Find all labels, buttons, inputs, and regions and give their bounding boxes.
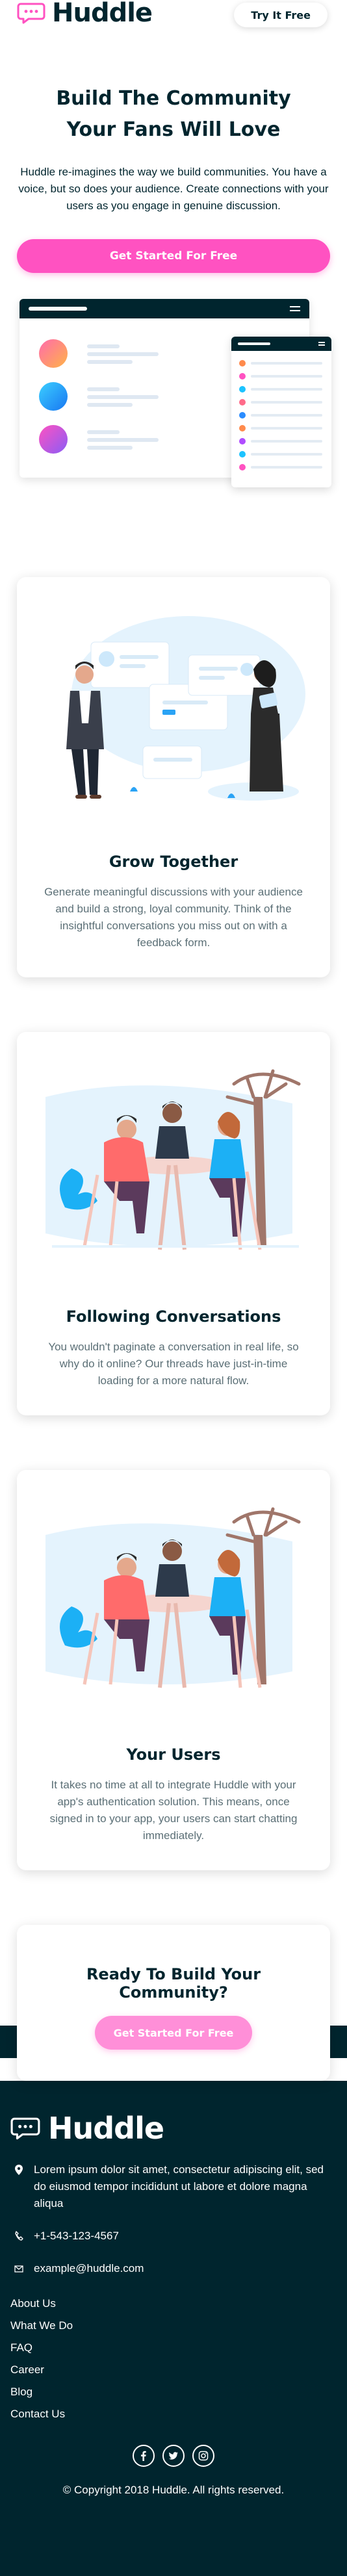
chat-bubble-icon bbox=[17, 3, 45, 24]
following-conversations-illustration bbox=[45, 1069, 301, 1250]
footer-address: Lorem ipsum dolor sit amet, consectetur … bbox=[10, 2161, 337, 2212]
get-started-button[interactable]: Get Started For Free bbox=[95, 2016, 252, 2050]
feature-description: You wouldn't paginate a conversation in … bbox=[48, 1341, 299, 1387]
footer-phone-text: +1-543-123-4567 bbox=[34, 2230, 119, 2242]
footer-email-text[interactable]: example@huddle.com bbox=[34, 2260, 144, 2277]
hero-section: Build The Community Your Fans Will Love … bbox=[0, 34, 347, 273]
footer-brand-name: Huddle bbox=[48, 2111, 164, 2146]
grow-together-illustration bbox=[66, 616, 305, 801]
footer-link-what-we-do[interactable]: What We Do bbox=[10, 2319, 73, 2332]
mockup-titlebar bbox=[19, 299, 309, 318]
hero-description: Huddle re-imagines the way we build comm… bbox=[18, 166, 329, 212]
site-footer: Huddle Lorem ipsum dolor sit amet, conse… bbox=[0, 2081, 347, 2576]
footer-logo[interactable]: Huddle bbox=[10, 2113, 337, 2143]
cta-card: Ready To Build Your Community? Get Start… bbox=[17, 1925, 330, 2081]
phone-icon bbox=[14, 2228, 23, 2245]
facebook-icon[interactable] bbox=[133, 2445, 155, 2467]
feature-title: Following Conversations bbox=[66, 1307, 281, 1326]
footer-contact: Lorem ipsum dolor sit amet, consectetur … bbox=[10, 2161, 337, 2277]
cta-title: Ready To Build Your Community? bbox=[86, 1965, 261, 2002]
feature-card-your-users: Your Users It takes no time at all to in… bbox=[17, 1470, 330, 1870]
instagram-icon[interactable] bbox=[192, 2445, 214, 2467]
footer-link-contact-us[interactable]: Contact Us bbox=[10, 2408, 65, 2420]
footer-phone: +1-543-123-4567 bbox=[10, 2228, 337, 2245]
avatar bbox=[39, 425, 68, 454]
your-users-illustration bbox=[45, 1507, 301, 1688]
mail-icon bbox=[14, 2260, 23, 2277]
avatar bbox=[39, 339, 68, 368]
feature-card-grow-together: Grow Together Generate meaningful discus… bbox=[17, 577, 330, 977]
cta-section: Ready To Build Your Community? Get Start… bbox=[0, 1925, 347, 2081]
footer-link-about-us[interactable]: About Us bbox=[10, 2297, 56, 2310]
get-started-button[interactable]: Get Started For Free bbox=[17, 239, 330, 273]
footer-email: example@huddle.com bbox=[10, 2260, 337, 2277]
social-links bbox=[10, 2445, 337, 2467]
chat-bubble-icon bbox=[10, 2117, 40, 2140]
footer-address-text: Lorem ipsum dolor sit amet, consectetur … bbox=[34, 2163, 324, 2209]
app-mockup-illustration bbox=[19, 299, 331, 487]
avatar bbox=[39, 382, 68, 411]
mockup-mobile-window bbox=[231, 337, 331, 487]
feature-description: Generate meaningful discussions with you… bbox=[44, 886, 303, 949]
try-it-free-button[interactable]: Try It Free bbox=[234, 3, 328, 27]
menu-icon bbox=[290, 306, 300, 311]
copyright-text: © Copyright 2018 Huddle. All rights rese… bbox=[62, 2484, 285, 2496]
twitter-icon[interactable] bbox=[162, 2445, 185, 2467]
footer-link-faq[interactable]: FAQ bbox=[10, 2341, 32, 2354]
location-pin-icon bbox=[14, 2161, 23, 2212]
footer-link-blog[interactable]: Blog bbox=[10, 2386, 32, 2398]
brand-logo[interactable]: Huddle bbox=[17, 0, 153, 28]
feature-title: Your Users bbox=[126, 1745, 221, 1764]
feature-description: It takes no time at all to integrate Hud… bbox=[49, 1779, 298, 1842]
brand-name: Huddle bbox=[52, 0, 153, 28]
feature-card-following-conversations: Following Conversations You wouldn't pag… bbox=[17, 1032, 330, 1415]
feature-title: Grow Together bbox=[109, 853, 238, 871]
footer-links: About Us What We Do FAQ Career Blog Cont… bbox=[10, 2293, 337, 2425]
hero-title: Build The Community Your Fans Will Love bbox=[56, 87, 291, 141]
site-header: Huddle Try It Free bbox=[0, 0, 347, 34]
footer-link-career[interactable]: Career bbox=[10, 2363, 44, 2376]
features-section: Grow Together Generate meaningful discus… bbox=[0, 487, 347, 1870]
